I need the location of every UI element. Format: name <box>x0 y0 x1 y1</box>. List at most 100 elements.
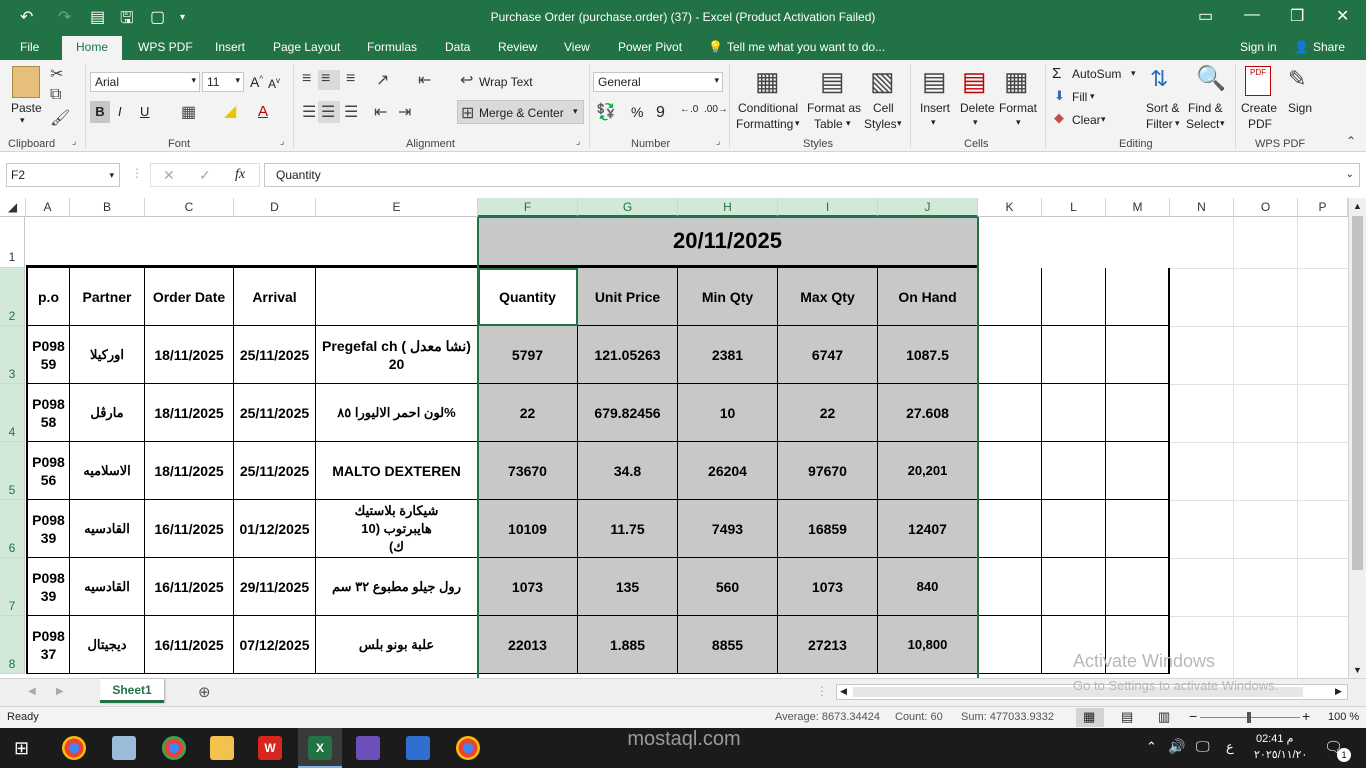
volume-icon[interactable]: 🔊 <box>1168 738 1185 755</box>
number-launcher-icon[interactable]: ⌟ <box>716 136 720 147</box>
insert-cells-button[interactable]: Insert <box>920 101 950 115</box>
worksheet-grid[interactable]: 20/11/2025 p.o Partner Order Date Arriva… <box>26 217 1348 678</box>
sheet-tab-sheet1[interactable]: Sheet1 <box>100 679 164 703</box>
page-break-view-icon[interactable]: ▥ <box>1158 709 1170 725</box>
chrome-profile-icon[interactable] <box>162 736 186 760</box>
merge-dropdown-icon[interactable]: ▾ <box>573 106 578 117</box>
status-sum[interactable]: Sum: 477033.9332 <box>961 711 1054 723</box>
zoom-in-icon[interactable]: + <box>1302 708 1310 724</box>
tab-formulas[interactable]: Formulas <box>367 40 417 54</box>
header-order-date[interactable]: Order Date <box>145 268 234 326</box>
insert-function-icon[interactable]: fx <box>235 167 245 183</box>
comma-icon[interactable]: 9 <box>656 104 665 122</box>
wrap-text-button[interactable]: Wrap Text <box>479 75 533 89</box>
collapse-ribbon-icon[interactable]: ⌃ <box>1346 134 1356 148</box>
cancel-formula-icon[interactable]: ✕ <box>163 167 175 184</box>
row-header-5[interactable]: 5 <box>0 442 25 500</box>
scroll-right-icon[interactable]: ▶ <box>1335 686 1342 697</box>
header-arrival[interactable]: Arrival <box>234 268 316 326</box>
order-date-cell[interactable]: 16/11/2025 <box>145 500 234 558</box>
partner-cell[interactable]: القادسيه <box>70 500 145 558</box>
status-average[interactable]: Average: 8673.34424 <box>775 711 880 723</box>
vertical-scroll-thumb[interactable] <box>1352 216 1363 570</box>
orientation-icon[interactable]: ↗ <box>376 70 389 90</box>
order-date-cell[interactable]: 16/11/2025 <box>145 616 234 674</box>
status-count[interactable]: Count: 60 <box>895 711 943 723</box>
col-header-e[interactable]: E <box>316 198 478 217</box>
arrival-cell[interactable]: 29/11/2025 <box>234 558 316 616</box>
row-header-8[interactable]: 8 <box>0 616 25 674</box>
file-explorer-icon[interactable] <box>210 736 234 760</box>
display-icon[interactable] <box>406 736 430 760</box>
network-icon[interactable]: 🖵 <box>1196 738 1210 755</box>
merge-center-button[interactable]: ⊞ Merge & Center ▾ <box>457 100 584 124</box>
delete-cells-dropdown-icon[interactable]: ▾ <box>973 117 978 128</box>
format-as-table-label2[interactable]: Table <box>814 117 843 131</box>
alignment-launcher-icon[interactable]: ⌟ <box>576 136 580 147</box>
empty-cell[interactable] <box>978 442 1042 500</box>
next-sheet-icon[interactable]: ▶ <box>56 686 64 697</box>
input-language[interactable]: ع <box>1226 739 1234 755</box>
product-cell[interactable]: علبة بونو بلس <box>316 616 478 674</box>
col-header-o[interactable]: O <box>1234 198 1298 217</box>
product-cell[interactable]: شيكارة بلاستيك هايبرتوب (10 ك) <box>316 500 478 558</box>
decrease-decimal-icon[interactable]: .00→ <box>704 104 728 115</box>
on-hand-cell[interactable]: 840 <box>878 558 978 616</box>
increase-decimal-icon[interactable]: ←.0 <box>680 104 698 115</box>
empty-cell[interactable] <box>1042 500 1106 558</box>
empty-cell[interactable] <box>1106 326 1170 384</box>
col-header-p[interactable]: P <box>1298 198 1348 217</box>
row-header-3[interactable]: 3 <box>0 326 25 384</box>
quantity-cell[interactable]: 10109 <box>478 500 578 558</box>
scroll-down-icon[interactable]: ▼ <box>1353 665 1362 675</box>
chrome-icon[interactable] <box>62 736 86 760</box>
po-cell[interactable]: P098 56 <box>26 442 70 500</box>
max-qty-cell[interactable]: 6747 <box>778 326 878 384</box>
header-partner[interactable]: Partner <box>70 268 145 326</box>
empty-cell[interactable] <box>978 616 1042 674</box>
order-date-cell[interactable]: 18/11/2025 <box>145 442 234 500</box>
close-icon[interactable]: ✕ <box>1336 6 1349 26</box>
clock-date[interactable]: ٢٠٢٥/١١/٢٠ <box>1254 748 1307 761</box>
tab-power-pivot[interactable]: Power Pivot <box>618 40 682 54</box>
col-header-a[interactable]: A <box>26 198 70 217</box>
sign-button[interactable]: Sign <box>1288 101 1312 115</box>
tab-file[interactable]: File <box>20 40 39 54</box>
col-header-i[interactable]: I <box>778 198 878 217</box>
max-qty-cell[interactable]: 97670 <box>778 442 878 500</box>
tab-wps-pdf[interactable]: WPS PDF <box>138 40 193 54</box>
underline-button[interactable]: U <box>140 104 149 119</box>
unit-price-cell[interactable]: 11.75 <box>578 500 678 558</box>
quantity-cell[interactable]: 5797 <box>478 326 578 384</box>
insert-cells-dropdown-icon[interactable]: ▾ <box>931 117 936 128</box>
create-pdf-label1[interactable]: Create <box>1241 101 1277 115</box>
autosum-dropdown-icon[interactable]: ▾ <box>1131 68 1136 79</box>
po-cell[interactable]: P098 39 <box>26 558 70 616</box>
clear-dropdown-icon[interactable]: ▾ <box>1101 114 1106 125</box>
col-header-h[interactable]: H <box>678 198 778 217</box>
format-as-table-label1[interactable]: Format as <box>807 101 861 115</box>
paste-button[interactable]: Paste <box>11 101 42 115</box>
create-pdf-label2[interactable]: PDF <box>1248 117 1272 131</box>
align-center-button[interactable]: ☰ <box>318 101 340 123</box>
row-header-1[interactable]: 1 <box>0 217 25 268</box>
col-header-g[interactable]: G <box>578 198 678 217</box>
empty-cell[interactable] <box>1042 558 1106 616</box>
partner-cell[interactable]: ديجيتال <box>70 616 145 674</box>
sort-filter-label2[interactable]: Filter <box>1146 117 1173 131</box>
tab-data[interactable]: Data <box>445 40 470 54</box>
empty-cell[interactable] <box>978 384 1042 442</box>
find-select-label2[interactable]: Select <box>1186 117 1219 131</box>
restore-icon[interactable]: ❐ <box>1290 6 1304 26</box>
quantity-cell[interactable]: 1073 <box>478 558 578 616</box>
header-product[interactable] <box>316 268 478 326</box>
empty-cell[interactable] <box>978 500 1042 558</box>
chrome-second-profile-icon[interactable] <box>456 736 480 760</box>
unit-price-cell[interactable]: 1.885 <box>578 616 678 674</box>
paste-dropdown-icon[interactable]: ▾ <box>20 115 25 126</box>
zoom-out-icon[interactable]: − <box>1189 708 1197 724</box>
empty-cell[interactable] <box>1106 384 1170 442</box>
quantity-cell[interactable]: 73670 <box>478 442 578 500</box>
format-painter-icon[interactable]: 🖌 <box>50 108 70 128</box>
minimize-icon[interactable]: — <box>1244 6 1260 24</box>
